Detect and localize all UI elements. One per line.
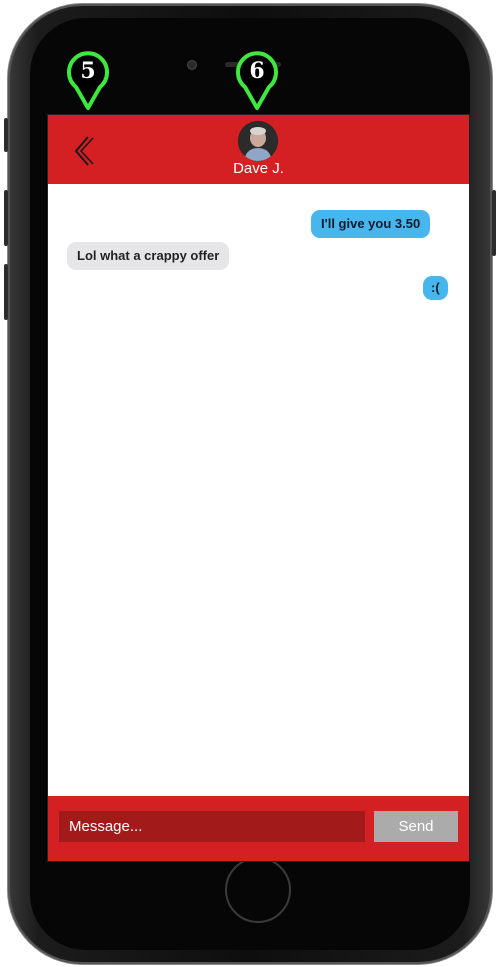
- composer-bar: Send: [48, 796, 469, 861]
- annotation-marker-contact: 6: [233, 50, 281, 112]
- avatar-photo: [238, 121, 278, 161]
- volume-down-button: [4, 264, 8, 320]
- power-button: [492, 190, 496, 256]
- volume-up-button: [4, 190, 8, 246]
- chat-header: Dave J.: [48, 115, 469, 184]
- outgoing-message: :(: [423, 276, 448, 300]
- chat-screen: Dave J. I'll give you 3.50 Lol what a cr…: [47, 114, 470, 862]
- marker-number: 6: [249, 58, 265, 84]
- send-button[interactable]: Send: [374, 811, 458, 842]
- home-button[interactable]: [225, 857, 291, 923]
- front-camera: [187, 60, 197, 70]
- annotation-marker-back: 5: [64, 50, 112, 112]
- marker-number: 5: [80, 58, 96, 84]
- silent-switch: [4, 118, 8, 152]
- incoming-message: Lol what a crappy offer: [67, 242, 230, 270]
- contact-name[interactable]: Dave J.: [48, 160, 469, 177]
- outgoing-message: I'll give you 3.50: [311, 210, 431, 238]
- message-input[interactable]: [59, 811, 365, 842]
- avatar[interactable]: [238, 121, 278, 161]
- message-list: I'll give you 3.50 Lol what a crappy off…: [48, 184, 469, 796]
